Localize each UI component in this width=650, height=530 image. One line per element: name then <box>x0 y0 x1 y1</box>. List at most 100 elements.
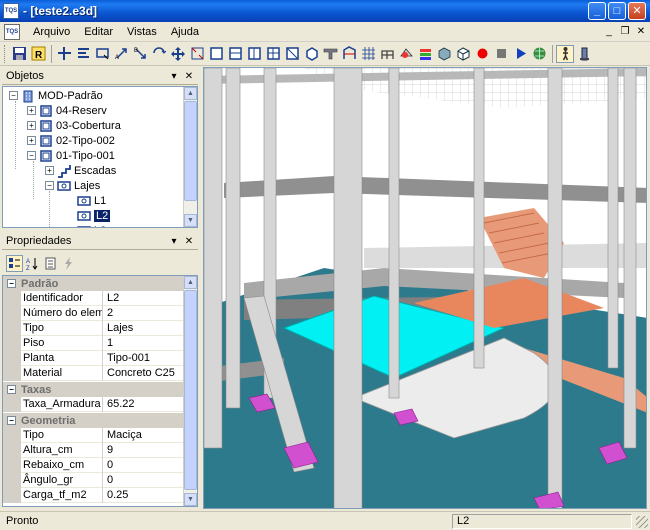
align-icon[interactable] <box>74 45 92 63</box>
collapse-icon[interactable]: − <box>45 181 54 190</box>
property-pages-icon[interactable] <box>42 255 59 272</box>
properties-grid[interactable]: − Padrão IdentificadorL2 Número do eleme… <box>2 275 198 507</box>
save-icon[interactable] <box>10 45 28 63</box>
prop-value[interactable]: 0.25 <box>103 488 185 503</box>
scroll-down-icon[interactable]: ▼ <box>184 493 197 506</box>
mdi-restore-button[interactable]: ❐ <box>618 25 632 39</box>
tree-item-escadas[interactable]: + Escadas <box>45 163 116 178</box>
prop-value[interactable]: 0 <box>103 458 185 473</box>
record-icon[interactable] <box>473 45 491 63</box>
prop-row[interactable]: Tipo Maciça <box>3 427 185 443</box>
objects-close-icon[interactable]: ✕ <box>183 70 195 82</box>
mdi-minimize-button[interactable]: _ <box>602 25 616 39</box>
pan-icon[interactable] <box>169 45 187 63</box>
prop-row[interactable]: Número do elemento2 <box>3 305 185 321</box>
properties-scrollbar[interactable]: ▲ ▼ <box>183 276 197 506</box>
prop-row[interactable]: Tipo Lajes <box>3 320 185 336</box>
tree-item-02-tipo-002[interactable]: + 02-Tipo-002 <box>27 133 115 148</box>
menu-vistas[interactable]: Vistas <box>120 24 164 40</box>
scroll-down-icon[interactable]: ▼ <box>184 214 197 227</box>
collapse-icon[interactable]: − <box>7 385 16 394</box>
prop-row[interactable]: Altura_cm 9 <box>3 442 185 458</box>
prop-value[interactable]: Lajes <box>103 321 185 336</box>
grid-icon[interactable] <box>359 45 377 63</box>
scroll-thumb[interactable] <box>184 101 197 201</box>
render-icon[interactable] <box>397 45 415 63</box>
close-button[interactable]: ✕ <box>628 2 646 20</box>
play-icon[interactable] <box>511 45 529 63</box>
scroll-thumb[interactable] <box>184 290 197 490</box>
pin-icon[interactable]: ▾ <box>168 235 180 247</box>
prop-group-geometria[interactable]: − Geometria <box>3 413 185 428</box>
maximize-button[interactable]: □ <box>608 2 626 20</box>
prop-value[interactable]: 0 <box>103 473 185 488</box>
solid-icon[interactable] <box>435 45 453 63</box>
mdi-close-button[interactable]: ✕ <box>634 25 648 39</box>
expand-icon[interactable]: + <box>27 136 36 145</box>
rotate-z-icon[interactable] <box>150 45 168 63</box>
view-front-icon[interactable] <box>207 45 225 63</box>
building-3d-render[interactable] <box>204 68 647 509</box>
prop-row[interactable]: Planta Tipo-001 <box>3 350 185 366</box>
tree-item-01-tipo-001[interactable]: − 01-Tipo-001 <box>27 148 115 163</box>
walk-mode-icon[interactable] <box>556 44 574 63</box>
expand-icon[interactable]: + <box>45 166 54 175</box>
collapse-icon[interactable]: − <box>7 416 16 425</box>
pin-icon[interactable]: ▾ <box>168 70 180 82</box>
rotate-y-icon[interactable]: B <box>131 45 149 63</box>
view-back-icon[interactable] <box>226 45 244 63</box>
structure-icon[interactable] <box>378 45 396 63</box>
tree-item-l3[interactable]: L3 <box>77 223 106 227</box>
app-icon[interactable]: TQS <box>3 3 19 19</box>
prop-value[interactable]: Maciça <box>103 428 185 443</box>
expand-icon[interactable]: + <box>27 121 36 130</box>
view-left-icon[interactable] <box>245 45 263 63</box>
menu-ajuda[interactable]: Ajuda <box>164 24 206 40</box>
prop-value[interactable]: 65.22 <box>103 397 185 412</box>
properties-close-icon[interactable]: ✕ <box>183 235 195 247</box>
3d-viewport[interactable] <box>203 67 647 509</box>
collapse-icon[interactable]: − <box>9 91 18 100</box>
toolbar-grip[interactable] <box>4 44 7 63</box>
stop-icon[interactable] <box>492 45 510 63</box>
prop-row[interactable]: Material Concreto C25 <box>3 365 185 381</box>
prop-group-taxas[interactable]: − Taxas <box>3 382 185 397</box>
layers-icon[interactable] <box>416 45 434 63</box>
minimize-button[interactable]: _ <box>588 2 606 20</box>
box-icon[interactable] <box>454 45 472 63</box>
objects-tree[interactable]: − MOD-Padrão + 04-Reserv + 03-Cobertura … <box>2 86 198 228</box>
globe-icon[interactable] <box>530 45 548 63</box>
prop-value[interactable]: 9 <box>103 443 185 458</box>
collapse-icon[interactable]: − <box>7 279 16 288</box>
tree-scrollbar[interactable]: ▲ ▼ <box>183 87 197 227</box>
tree-item-03-cobertura[interactable]: + 03-Cobertura <box>27 118 121 133</box>
scroll-up-icon[interactable]: ▲ <box>184 87 197 100</box>
prop-value[interactable]: L2 <box>103 291 185 306</box>
prop-value[interactable]: Concreto C25 <box>103 366 185 381</box>
zoom-extents-icon[interactable] <box>188 45 206 63</box>
categorized-icon[interactable] <box>6 254 23 272</box>
prop-row[interactable]: Ângulo_gr 0 <box>3 472 185 488</box>
tree-item-04-reserv[interactable]: + 04-Reserv <box>27 103 107 118</box>
prop-value[interactable]: Tipo-001 <box>103 351 185 366</box>
tree-item-l1[interactable]: L1 <box>77 193 106 208</box>
view-top-icon[interactable] <box>283 45 301 63</box>
beam-icon[interactable] <box>321 45 339 63</box>
resize-grip-icon[interactable] <box>636 516 648 528</box>
prop-row[interactable]: Rebaixo_cm 0 <box>3 457 185 473</box>
tree-item-mod-padrao[interactable]: − MOD-Padrão <box>9 88 103 103</box>
alphabetical-icon[interactable]: AZ <box>24 255 41 272</box>
prop-value[interactable]: 1 <box>103 336 185 351</box>
events-icon[interactable] <box>60 255 77 272</box>
move-icon[interactable] <box>55 45 73 63</box>
select-window-icon[interactable] <box>93 45 111 63</box>
tree-item-l2[interactable]: L2 <box>77 208 111 223</box>
scroll-up-icon[interactable]: ▲ <box>184 276 197 289</box>
prop-row[interactable]: Piso 1 <box>3 335 185 351</box>
prop-row[interactable]: Carga_tf_m2 0.25 <box>3 487 185 503</box>
rotate-x-icon[interactable]: A <box>112 45 130 63</box>
view-right-icon[interactable] <box>264 45 282 63</box>
prop-row[interactable]: Taxa_Armadura 65.22 <box>3 396 185 412</box>
menu-editar[interactable]: Editar <box>77 24 120 40</box>
frame-icon[interactable] <box>340 45 358 63</box>
